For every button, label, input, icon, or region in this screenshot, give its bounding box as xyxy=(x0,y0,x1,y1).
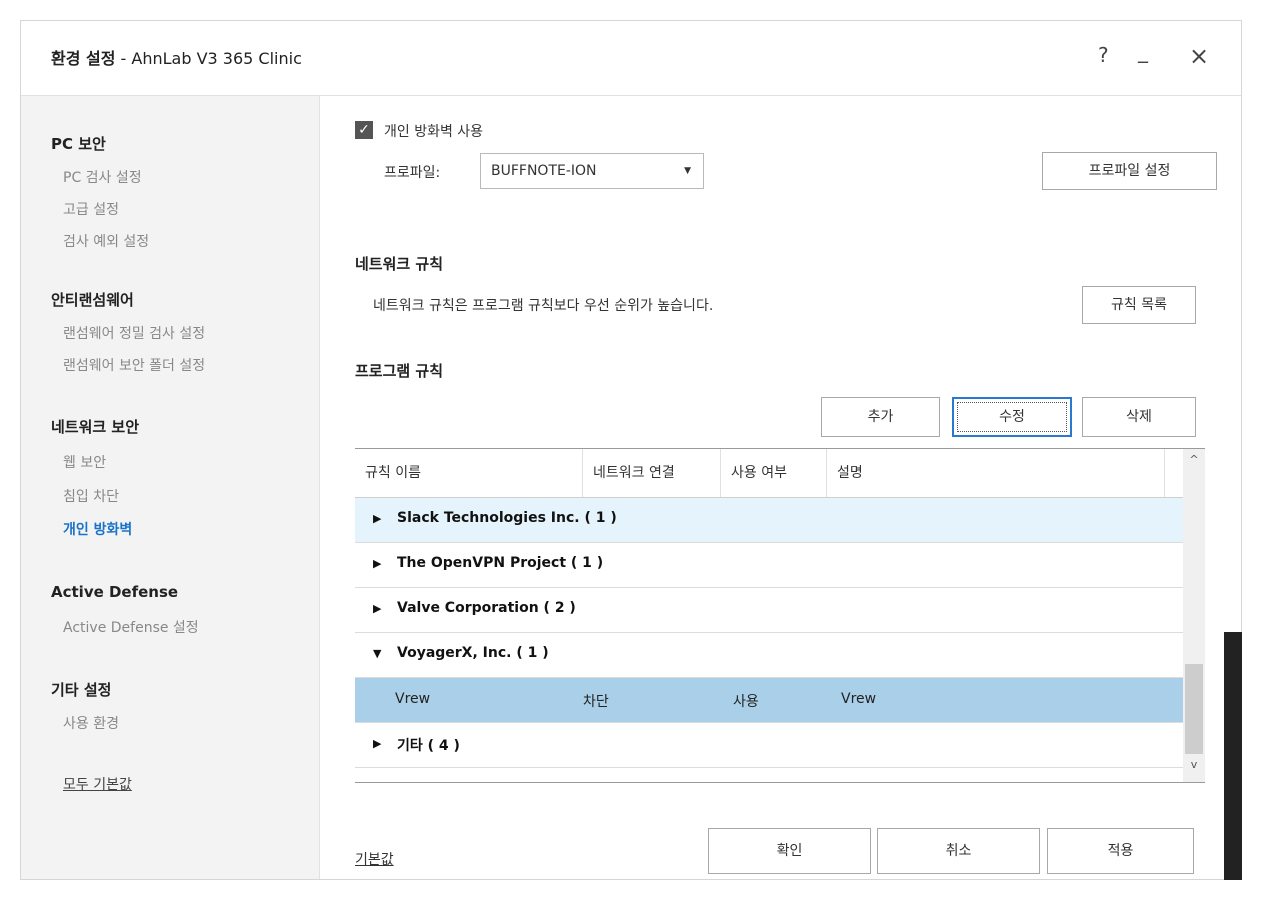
help-button[interactable]: ? xyxy=(1098,43,1109,67)
profile-select[interactable]: BUFFNOTE-ION ▼ xyxy=(480,153,704,189)
cell-enabled: 사용 xyxy=(733,694,759,710)
sidebar-item-ransom-scan[interactable]: 랜섬웨어 정밀 검사 설정 xyxy=(63,323,205,343)
table-row[interactable]: ▶ 기타 ( 4 ) xyxy=(355,723,1183,768)
expand-icon[interactable]: ▶ xyxy=(373,602,381,615)
profile-settings-button[interactable]: 프로파일 설정 xyxy=(1042,152,1217,190)
column-network[interactable]: 네트워크 연결 xyxy=(583,449,721,497)
sidebar-section-pc[interactable]: PC 보안 xyxy=(51,133,106,154)
collapse-icon[interactable]: ▼ xyxy=(373,647,381,660)
sidebar-item-scan-exception[interactable]: 검사 예외 설정 xyxy=(63,231,149,251)
default-link[interactable]: 기본값 xyxy=(355,849,394,869)
background-window-edge xyxy=(1224,632,1242,880)
group-name: Valve Corporation ( 2 ) xyxy=(397,600,576,616)
minimize-button[interactable]: _ xyxy=(1138,39,1148,63)
sidebar-section-active-defense[interactable]: Active Defense xyxy=(51,583,178,601)
cell-description: Vrew xyxy=(841,691,877,707)
enable-firewall-checkbox[interactable]: ✓ xyxy=(355,121,373,139)
sidebar-section-network[interactable]: 네트워크 보안 xyxy=(51,416,139,437)
sidebar-item-active-defense[interactable]: Active Defense 설정 xyxy=(63,617,199,637)
sidebar-item-ransom-folder[interactable]: 랜섬웨어 보안 폴더 설정 xyxy=(63,355,205,375)
edit-button[interactable]: 수정 xyxy=(952,397,1072,437)
delete-button[interactable]: 삭제 xyxy=(1082,397,1196,437)
scroll-down-icon[interactable]: v xyxy=(1183,758,1205,771)
profile-label: 프로파일: xyxy=(384,165,441,181)
sidebar-item-intrusion[interactable]: 침입 차단 xyxy=(63,486,119,506)
settings-window: 환경 설정 - AhnLab V3 365 Clinic ? _ × PC 보안… xyxy=(20,20,1242,880)
table-row[interactable]: ▶ Slack Technologies Inc. ( 1 ) xyxy=(355,498,1183,543)
sidebar-section-etc[interactable]: 기타 설정 xyxy=(51,679,111,700)
sidebar-item-pc-scan[interactable]: PC 검사 설정 xyxy=(63,167,142,187)
expand-icon[interactable]: ▶ xyxy=(373,512,381,525)
cell-rule-name: Vrew xyxy=(395,691,431,707)
cell-network: 차단 xyxy=(583,694,609,710)
scroll-up-icon[interactable]: ^ xyxy=(1183,453,1205,466)
sidebar-item-environment[interactable]: 사용 환경 xyxy=(63,713,119,733)
sidebar: PC 보안 PC 검사 설정 고급 설정 검사 예외 설정 안티랜섬웨어 랜섬웨… xyxy=(21,96,320,879)
sidebar-item-advanced[interactable]: 고급 설정 xyxy=(63,199,119,219)
rule-list-button[interactable]: 규칙 목록 xyxy=(1082,286,1196,324)
column-rule-name[interactable]: 규칙 이름 xyxy=(355,449,583,497)
content-panel: ✓ 개인 방화벽 사용 프로파일: BUFFNOTE-ION ▼ 프로파일 설정… xyxy=(320,96,1241,879)
column-description[interactable]: 설명 xyxy=(827,449,1165,497)
table-row-selected[interactable]: Vrew 차단 사용 Vrew xyxy=(355,678,1183,723)
expand-icon[interactable]: ▶ xyxy=(373,557,381,570)
close-button[interactable]: × xyxy=(1189,42,1209,70)
table-row[interactable]: ▼ VoyagerX, Inc. ( 1 ) xyxy=(355,633,1183,678)
ok-button[interactable]: 확인 xyxy=(708,828,871,874)
window-title: 환경 설정 - AhnLab V3 365 Clinic xyxy=(51,49,302,68)
vertical-scrollbar[interactable]: ^ v xyxy=(1183,449,1205,782)
profile-value: BUFFNOTE-ION xyxy=(491,163,597,179)
group-name: VoyagerX, Inc. ( 1 ) xyxy=(397,645,549,661)
sidebar-section-ransomware[interactable]: 안티랜섬웨어 xyxy=(51,289,134,310)
cancel-button[interactable]: 취소 xyxy=(877,828,1040,874)
table-header: 규칙 이름 네트워크 연결 사용 여부 설명 xyxy=(355,449,1183,498)
program-rules-table: 규칙 이름 네트워크 연결 사용 여부 설명 ▶ Slack Technolog… xyxy=(355,448,1205,783)
chevron-down-icon: ▼ xyxy=(684,166,691,176)
scroll-thumb[interactable] xyxy=(1185,664,1203,754)
enable-firewall-label: 개인 방화벽 사용 xyxy=(384,124,484,140)
apply-button[interactable]: 적용 xyxy=(1047,828,1194,874)
column-enabled[interactable]: 사용 여부 xyxy=(721,449,827,497)
reset-all-link[interactable]: 모두 기본값 xyxy=(63,774,132,794)
group-name: The OpenVPN Project ( 1 ) xyxy=(397,555,604,571)
group-name: Slack Technologies Inc. ( 1 ) xyxy=(397,510,617,526)
network-rules-title: 네트워크 규칙 xyxy=(355,255,444,273)
add-button[interactable]: 추가 xyxy=(821,397,940,437)
program-rules-title: 프로그램 규칙 xyxy=(355,362,444,380)
sidebar-item-firewall[interactable]: 개인 방화벽 xyxy=(63,519,132,539)
table-row[interactable]: ▶ Valve Corporation ( 2 ) xyxy=(355,588,1183,633)
title-bar: 환경 설정 - AhnLab V3 365 Clinic ? _ × xyxy=(21,21,1241,96)
expand-icon[interactable]: ▶ xyxy=(373,737,381,750)
table-row[interactable]: ▶ The OpenVPN Project ( 1 ) xyxy=(355,543,1183,588)
group-name: 기타 ( 4 ) xyxy=(397,738,460,754)
network-rules-desc: 네트워크 규칙은 프로그램 규칙보다 우선 순위가 높습니다. xyxy=(373,298,714,314)
sidebar-item-web[interactable]: 웹 보안 xyxy=(63,452,106,472)
